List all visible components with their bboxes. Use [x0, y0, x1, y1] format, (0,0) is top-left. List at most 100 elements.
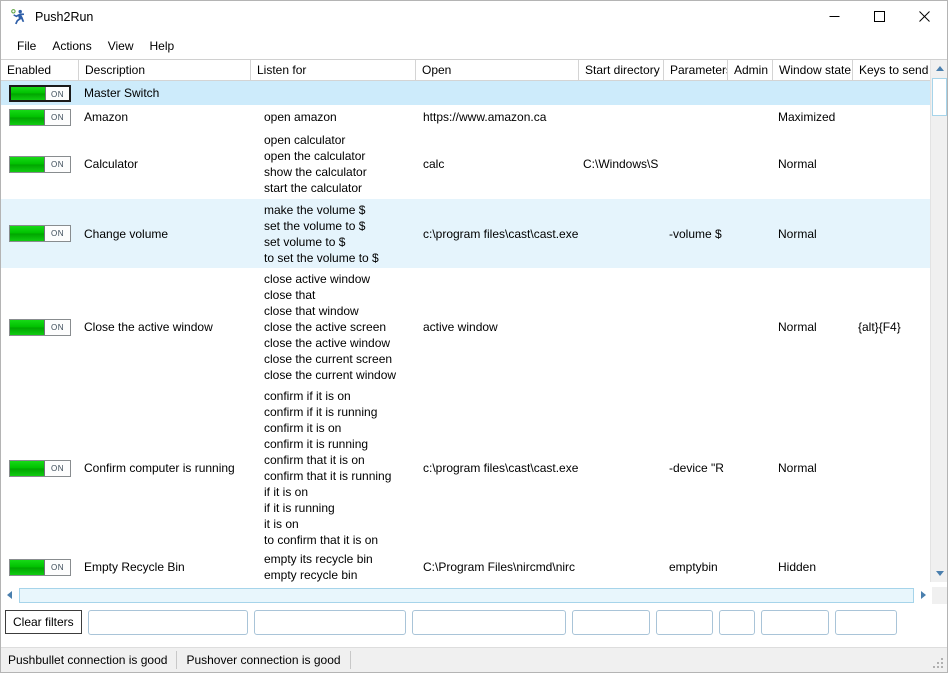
table-row[interactable]: ON Close the active window close active wi… [1, 268, 947, 386]
enabled-toggle[interactable]: ON [9, 225, 71, 242]
cell-open: c:\program files\cast\cast.exe [423, 461, 579, 475]
filter-input-keys-to-send[interactable] [834, 609, 897, 635]
menu-view[interactable]: View [100, 36, 142, 56]
menu-actions[interactable]: Actions [44, 36, 99, 56]
cell-window_state: Normal [778, 320, 817, 334]
cell-start_dir: C:\Windows\S [583, 157, 659, 171]
scroll-up-button[interactable] [931, 60, 947, 77]
cell-window_state: Maximized [778, 110, 836, 124]
push2run-window: Push2Run File Actions View Help Enabled D… [0, 0, 948, 673]
window-controls [812, 1, 947, 32]
resize-grip-icon[interactable] [932, 657, 944, 669]
maximize-button[interactable] [857, 1, 902, 32]
cell-open: calc [423, 157, 445, 171]
menu-help[interactable]: Help [142, 36, 183, 56]
column-header-open[interactable]: Open [416, 60, 579, 81]
close-button[interactable] [902, 1, 947, 32]
cell-listen_for: open amazon [264, 110, 337, 124]
filter-input-description[interactable] [87, 609, 248, 635]
enabled-toggle[interactable]: ON [9, 459, 71, 477]
toggle-state-label: ON [45, 109, 70, 125]
rules-grid: Enabled Description Listen for Open Start di… [1, 59, 947, 604]
cell-description: Empty Recycle Bin [84, 560, 185, 574]
chevron-left-icon [7, 591, 12, 599]
toggle-state-label: ON [45, 460, 70, 476]
vertical-scrollbar[interactable] [930, 60, 947, 582]
title-bar: Push2Run [1, 1, 947, 32]
toggle-knob [10, 226, 45, 241]
horizontal-scrollbar[interactable] [1, 586, 947, 604]
toggle-state-label: ON [46, 86, 69, 100]
table-row[interactable]: ON Master Switch [1, 81, 947, 105]
column-header-parameters[interactable]: Parameters [664, 60, 728, 81]
horizontal-scroll-thumb[interactable] [19, 587, 914, 603]
table-row[interactable]: ON Calculator open calculator open the cal… [1, 129, 947, 199]
toggle-knob [10, 460, 45, 476]
minimize-button[interactable] [812, 1, 857, 32]
cell-window_state: Normal [778, 157, 817, 171]
cell-listen_for: empty its recycle bin empty recycle bin [264, 552, 373, 582]
cell-open: C:\Program Files\nircmd\nirc [423, 560, 576, 574]
chevron-right-icon [921, 591, 926, 599]
table-row[interactable]: ON Empty Recycle Bin empty its recycle bin… [1, 550, 947, 582]
filter-input-window-state[interactable] [760, 609, 829, 635]
filter-input-open[interactable] [411, 609, 566, 635]
enabled-toggle[interactable]: ON [9, 318, 71, 336]
toggle-state-label: ON [45, 226, 70, 241]
filter-input-parameters[interactable] [655, 609, 713, 635]
status-panel-1: Pushbullet connection is good [1, 651, 178, 669]
menu-file[interactable]: File [9, 36, 44, 56]
column-header-admin[interactable]: Admin [728, 60, 773, 81]
cell-listen_for: close active window close that close tha… [264, 272, 397, 382]
filter-input-listen-for[interactable] [253, 609, 406, 635]
cell-enabled: ON [1, 225, 79, 242]
scroll-right-button[interactable] [915, 587, 932, 603]
cell-enabled: ON [1, 558, 79, 576]
vertical-scroll-thumb[interactable] [932, 78, 947, 116]
cell-enabled: ON [1, 318, 79, 336]
cell-open: c:\program files\cast\cast.exe [423, 226, 579, 241]
table-row[interactable]: ON Change volume make the volume $ set the… [1, 199, 947, 268]
toggle-state-label: ON [45, 559, 70, 575]
filter-bar: Clear filters [1, 604, 947, 640]
column-header-keys_to_send[interactable]: Keys to send [853, 60, 932, 81]
column-header-listen_for[interactable]: Listen for [251, 60, 416, 81]
cell-enabled: ON [1, 108, 79, 126]
cell-parameters: -volume $ [669, 226, 722, 241]
grid-body[interactable]: ON Master Switch ON Amazon open amazon https:… [1, 81, 947, 582]
enabled-toggle[interactable]: ON [9, 558, 71, 576]
cell-description: Change volume [84, 226, 169, 241]
chevron-up-icon [935, 66, 944, 71]
scroll-down-button[interactable] [931, 565, 947, 582]
filter-input-admin[interactable] [718, 609, 755, 635]
cell-listen_for: open calculator open the calculator show… [264, 133, 367, 195]
cell-description: Calculator [84, 157, 139, 171]
cell-listen_for: confirm if it is on confirm if it is run… [264, 389, 392, 547]
clear-filters-button[interactable]: Clear filters [5, 610, 82, 634]
enabled-toggle[interactable]: ON [9, 155, 71, 173]
running-person-icon [11, 8, 27, 25]
cell-description: Master Switch [84, 86, 160, 100]
status-bar: Pushbullet connection is good Pushover co… [1, 647, 947, 672]
cell-open: https://www.amazon.ca [423, 110, 547, 124]
cell-listen_for: make the volume $ set the volume to $ se… [264, 202, 379, 265]
scroll-left-button[interactable] [1, 587, 18, 603]
cell-enabled: ON [1, 84, 79, 102]
toggle-state-label: ON [45, 319, 70, 335]
cell-description: Amazon [84, 110, 129, 124]
cell-parameters: -device "R [669, 461, 724, 475]
scrollbar-corner [932, 586, 947, 604]
column-header-window_state[interactable]: Window state [773, 60, 853, 81]
table-row[interactable]: ON Amazon open amazon https://www.amazon.ca… [1, 105, 947, 129]
filter-input-start-dir[interactable] [571, 609, 650, 635]
cell-enabled: ON [1, 459, 79, 477]
column-header-start_dir[interactable]: Start directory [579, 60, 664, 81]
cell-window_state: Normal [778, 226, 817, 241]
column-header-enabled[interactable]: Enabled [1, 60, 79, 81]
enabled-toggle[interactable]: ON [9, 84, 71, 102]
enabled-toggle[interactable]: ON [9, 108, 71, 126]
cell-open: active window [423, 320, 498, 334]
column-header-description[interactable]: Description [79, 60, 251, 81]
table-row[interactable]: ON Confirm computer is running confirm if … [1, 386, 947, 550]
toggle-state-label: ON [45, 156, 70, 172]
